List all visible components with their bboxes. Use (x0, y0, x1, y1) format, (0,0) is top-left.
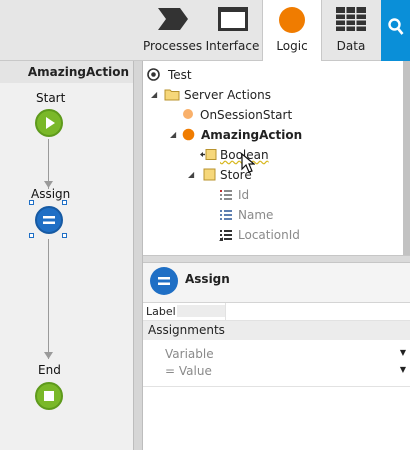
tab-label: Interface (205, 39, 260, 53)
logic-tree: Test ◢ Server Actions OnSessionStart ◢ A… (143, 61, 410, 255)
tree-item-label: Server Actions (184, 88, 271, 102)
assignments-section-header: Assignments (143, 321, 410, 340)
tree-item-id[interactable]: Id (219, 185, 399, 205)
panel-splitter[interactable] (133, 61, 143, 450)
interface-icon (217, 6, 249, 35)
tree-item-amazingaction[interactable]: ◢ AmazingAction (170, 125, 400, 145)
equals-icon (43, 216, 55, 224)
tab-label: Logic (276, 39, 308, 53)
value-field[interactable]: = Value ▼ (143, 363, 410, 379)
assign-icon (150, 267, 178, 295)
folder-icon (164, 88, 180, 104)
properties-panel: Assign Label Assignments Variable ▼ = Va… (143, 263, 410, 450)
end-label: End (38, 363, 61, 377)
tab-interface[interactable]: Interface (203, 0, 262, 60)
canvas-title: AmazingAction (0, 61, 133, 83)
logic-icon (278, 6, 306, 37)
tab-label: Data (336, 39, 366, 53)
tree-item-onsessionstart[interactable]: OnSessionStart (182, 105, 402, 125)
tree-item-label: OnSessionStart (200, 108, 293, 122)
tree-item-store[interactable]: ◢ Store (188, 165, 398, 185)
selection-handle[interactable] (29, 200, 34, 205)
tree-item-name[interactable]: Name (219, 205, 399, 225)
play-icon (46, 117, 55, 129)
reference-attribute-icon (219, 228, 233, 244)
input-param-icon (200, 148, 218, 164)
tab-data[interactable]: Data (322, 0, 380, 60)
assignments-divider (143, 386, 410, 387)
connector-line (48, 239, 49, 359)
tree-item-locationid[interactable]: LocationId (219, 225, 399, 245)
id-attribute-icon (219, 188, 233, 204)
end-node[interactable] (35, 382, 63, 410)
text-attribute-icon (219, 208, 233, 224)
tree-item-label: Id (238, 188, 250, 202)
tree-scrollbar[interactable] (403, 61, 410, 255)
selection-handle[interactable] (62, 233, 67, 238)
top-tab-bar: Processes Interface Logic Data (0, 0, 410, 61)
tree-item-test[interactable]: Test (147, 65, 397, 85)
stop-icon (44, 391, 54, 401)
tab-label: Processes (143, 39, 203, 53)
tree-item-label: Store (220, 168, 252, 182)
column-divider (225, 303, 226, 321)
module-icon (147, 68, 160, 84)
tab-logic[interactable]: Logic (262, 0, 322, 61)
start-node[interactable] (35, 109, 63, 137)
properties-splitter[interactable] (143, 255, 410, 263)
action-icon (182, 128, 195, 144)
start-label: Start (36, 91, 66, 105)
search-button[interactable] (381, 0, 410, 61)
search-icon (388, 18, 404, 39)
selection-handle[interactable] (62, 200, 67, 205)
dropdown-arrow-icon[interactable]: ▼ (400, 348, 406, 357)
label-property-value[interactable] (177, 305, 225, 317)
expand-arrow-icon[interactable]: ◢ (151, 90, 157, 99)
label-property-row: Label (143, 303, 410, 321)
assign-node[interactable] (35, 206, 63, 234)
variable-field[interactable]: Variable ▼ (143, 346, 410, 362)
tree-item-boolean[interactable]: Boolean (200, 145, 400, 173)
dropdown-arrow-icon[interactable]: ▼ (400, 365, 406, 374)
tree-item-label: Name (238, 208, 274, 222)
value-placeholder: = Value (165, 364, 212, 378)
structure-icon (203, 168, 216, 184)
properties-header: Assign (143, 263, 410, 303)
processes-icon (156, 6, 190, 35)
expand-arrow-icon[interactable]: ◢ (188, 170, 194, 179)
tree-item-label: AmazingAction (201, 128, 303, 142)
scrollbar-thumb[interactable] (403, 61, 410, 255)
action-icon (182, 108, 194, 123)
assign-label: Assign (31, 187, 71, 201)
variable-placeholder: Variable (165, 347, 214, 361)
label-property-key: Label (146, 305, 176, 318)
arrow-head-icon (44, 352, 53, 359)
tree-item-label: Test (168, 68, 192, 82)
properties-title: Assign (185, 272, 230, 286)
tab-processes[interactable]: Processes (143, 0, 202, 60)
expand-arrow-icon[interactable]: ◢ (170, 130, 176, 139)
flow-canvas[interactable]: AmazingAction Start Assign End (0, 61, 133, 450)
tree-item-label: LocationId (238, 228, 300, 242)
selection-handle[interactable] (29, 233, 34, 238)
data-icon (335, 6, 367, 35)
tree-item-server-actions[interactable]: ◢ Server Actions (151, 85, 401, 105)
